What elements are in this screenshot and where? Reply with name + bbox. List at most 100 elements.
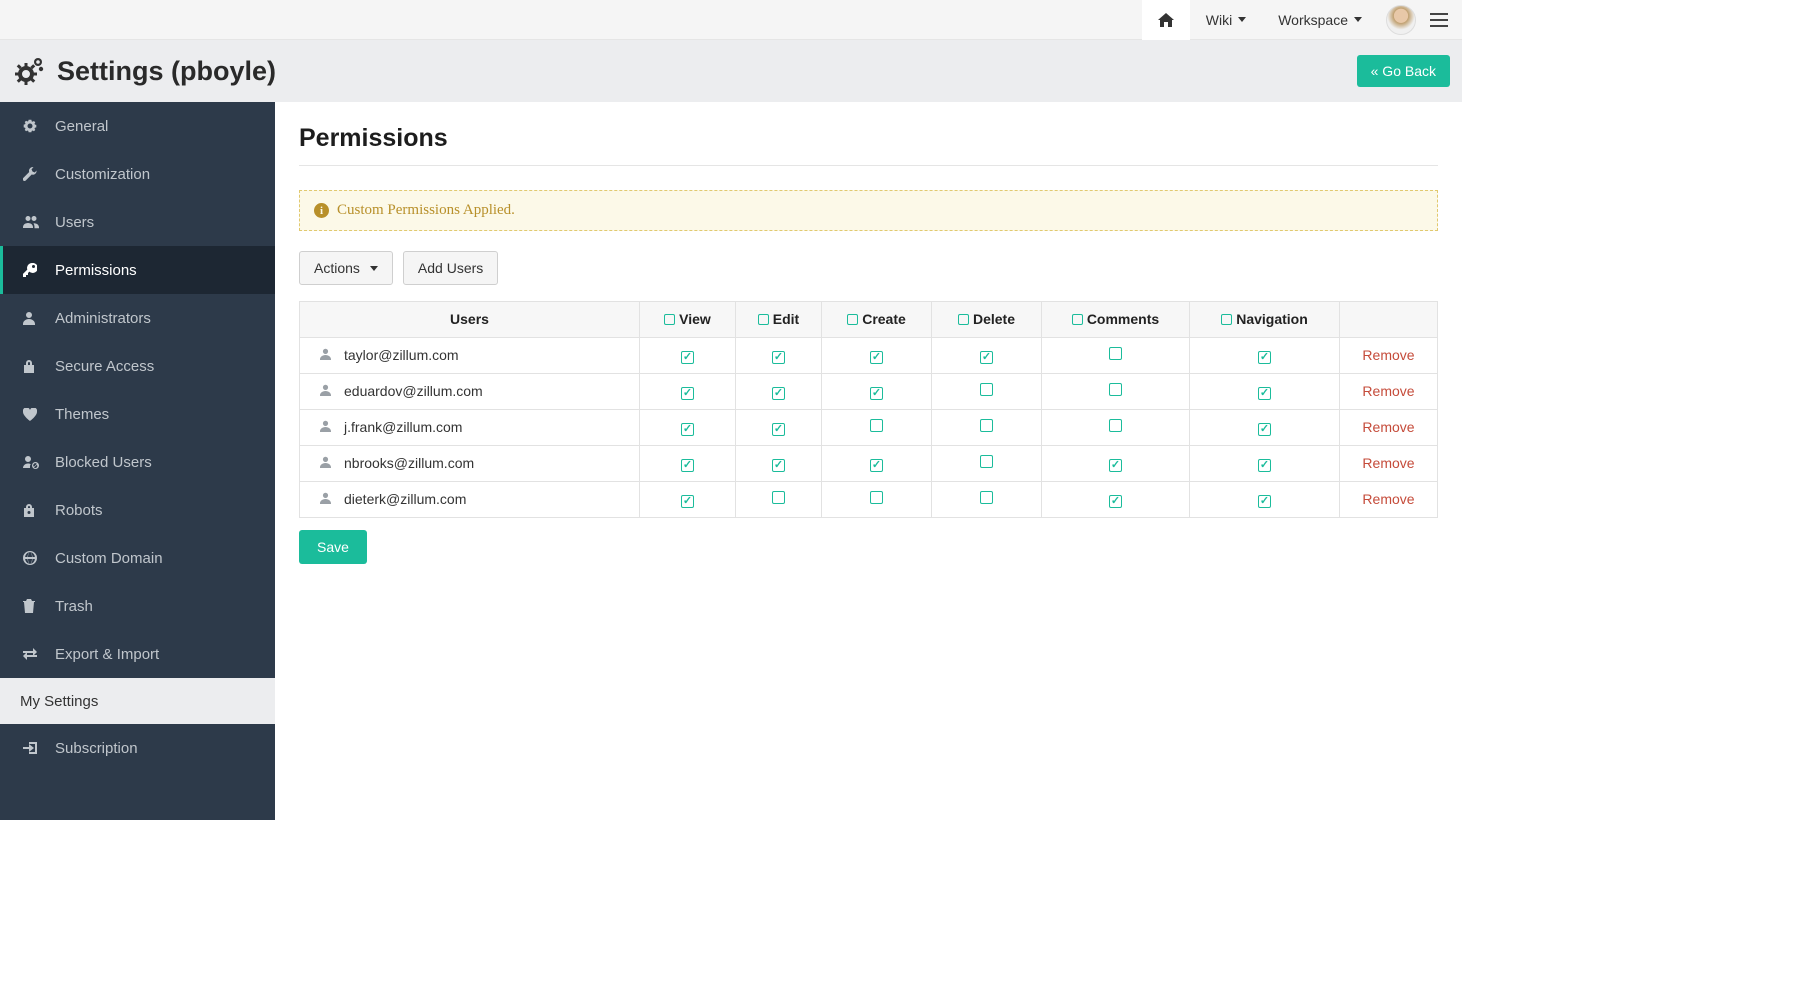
checkbox[interactable] (1258, 351, 1271, 364)
checkbox[interactable] (681, 423, 694, 436)
hamburger-menu-icon[interactable] (1430, 13, 1448, 27)
checkbox[interactable] (1109, 495, 1122, 508)
checkbox-icon (847, 314, 858, 325)
checkbox[interactable] (870, 459, 883, 472)
sidebar-item-label: Themes (55, 406, 109, 423)
gear-icon (23, 119, 39, 133)
sidebar-item-administrators[interactable]: Administrators (0, 294, 275, 342)
checkbox-icon (1221, 314, 1232, 325)
caret-down-icon (1354, 17, 1362, 22)
actions-label: Actions (314, 260, 360, 276)
go-back-button[interactable]: « Go Back (1357, 55, 1450, 87)
nav-home[interactable] (1142, 0, 1190, 40)
remove-cell: Remove (1340, 445, 1438, 481)
sidebar-item-custom-domain[interactable]: Custom Domain (0, 534, 275, 582)
checkbox[interactable] (772, 459, 785, 472)
sidebar-item-subscription[interactable]: Subscription (0, 724, 275, 772)
checkbox[interactable] (1258, 423, 1271, 436)
checkbox[interactable] (870, 351, 883, 364)
checkbox[interactable] (1258, 495, 1271, 508)
remove-link[interactable]: Remove (1362, 455, 1414, 471)
sidebar-item-label: Secure Access (55, 358, 154, 375)
remove-link[interactable]: Remove (1362, 383, 1414, 399)
checkbox[interactable] (1109, 383, 1122, 396)
perm-cell-delete (932, 481, 1042, 517)
perm-cell-navigation (1190, 373, 1340, 409)
checkbox[interactable] (1109, 347, 1122, 360)
content-area: Permissions i Custom Permissions Applied… (275, 102, 1462, 820)
checkbox[interactable] (870, 419, 883, 432)
sidebar-item-trash[interactable]: Trash (0, 582, 275, 630)
perm-cell-edit (736, 445, 822, 481)
checkbox[interactable] (1258, 387, 1271, 400)
table-row: j.frank@zillum.comRemove (300, 409, 1438, 445)
remove-link[interactable]: Remove (1362, 491, 1414, 507)
sidebar-item-blocked-users[interactable]: Blocked Users (0, 438, 275, 486)
checkbox[interactable] (681, 459, 694, 472)
checkbox[interactable] (1258, 459, 1271, 472)
checkbox[interactable] (980, 351, 993, 364)
sidebar-item-general[interactable]: General (0, 102, 275, 150)
checkbox[interactable] (980, 419, 993, 432)
sidebar-item-label: Blocked Users (55, 454, 152, 471)
sidebar-item-customization[interactable]: Customization (0, 150, 275, 198)
user-cell: dieterk@zillum.com (300, 481, 640, 517)
avatar[interactable] (1386, 5, 1416, 35)
remove-link[interactable]: Remove (1362, 419, 1414, 435)
sidebar-item-secure-access[interactable]: Secure Access (0, 342, 275, 390)
checkbox[interactable] (681, 387, 694, 400)
checkbox[interactable] (681, 351, 694, 364)
checkbox[interactable] (980, 491, 993, 504)
user-icon (320, 384, 332, 396)
sidebar-item-users[interactable]: Users (0, 198, 275, 246)
col-view[interactable]: View (640, 302, 736, 338)
user-cell: eduardov@zillum.com (300, 373, 640, 409)
checkbox[interactable] (1109, 419, 1122, 432)
checkbox-icon (664, 314, 675, 325)
sidebar-item-export-import[interactable]: Export & Import (0, 630, 275, 678)
checkbox[interactable] (980, 383, 993, 396)
sidebar-item-permissions[interactable]: Permissions (0, 246, 275, 294)
actions-dropdown[interactable]: Actions (299, 251, 393, 285)
col-create[interactable]: Create (822, 302, 932, 338)
checkbox[interactable] (772, 423, 785, 436)
perm-cell-view (640, 409, 736, 445)
sidebar-item-label: Users (55, 214, 94, 231)
checkbox[interactable] (870, 387, 883, 400)
remove-link[interactable]: Remove (1362, 347, 1414, 363)
sidebar-item-label: Customization (55, 166, 150, 183)
col-users: Users (300, 302, 640, 338)
checkbox[interactable] (772, 351, 785, 364)
save-button[interactable]: Save (299, 530, 367, 564)
nav-workspace[interactable]: Workspace (1262, 0, 1378, 40)
sidebar-item-label: Administrators (55, 310, 151, 327)
col-navigation[interactable]: Navigation (1190, 302, 1340, 338)
robot-icon (23, 503, 39, 517)
checkbox[interactable] (870, 491, 883, 504)
info-banner-text: Custom Permissions Applied. (337, 202, 515, 219)
info-banner: i Custom Permissions Applied. (299, 190, 1438, 231)
col-comments[interactable]: Comments (1042, 302, 1190, 338)
add-users-button[interactable]: Add Users (403, 251, 498, 285)
page-title: Settings (pboyle) (57, 56, 276, 87)
checkbox[interactable] (772, 387, 785, 400)
checkbox[interactable] (980, 455, 993, 468)
col-delete[interactable]: Delete (932, 302, 1042, 338)
perm-cell-edit (736, 337, 822, 373)
sidebar-item-robots[interactable]: Robots (0, 486, 275, 534)
lock-icon (23, 359, 39, 373)
perm-cell-comments (1042, 445, 1190, 481)
col-edit[interactable]: Edit (736, 302, 822, 338)
sidebar-item-label: Custom Domain (55, 550, 163, 567)
user-email: taylor@zillum.com (344, 347, 459, 363)
checkbox[interactable] (681, 495, 694, 508)
perm-cell-comments (1042, 409, 1190, 445)
perm-cell-delete (932, 337, 1042, 373)
sidebar-item-themes[interactable]: Themes (0, 390, 275, 438)
nav-wiki[interactable]: Wiki (1190, 0, 1262, 40)
toolbar: Actions Add Users (299, 251, 1438, 285)
checkbox[interactable] (1109, 459, 1122, 472)
perm-cell-view (640, 337, 736, 373)
checkbox[interactable] (772, 491, 785, 504)
remove-cell: Remove (1340, 373, 1438, 409)
